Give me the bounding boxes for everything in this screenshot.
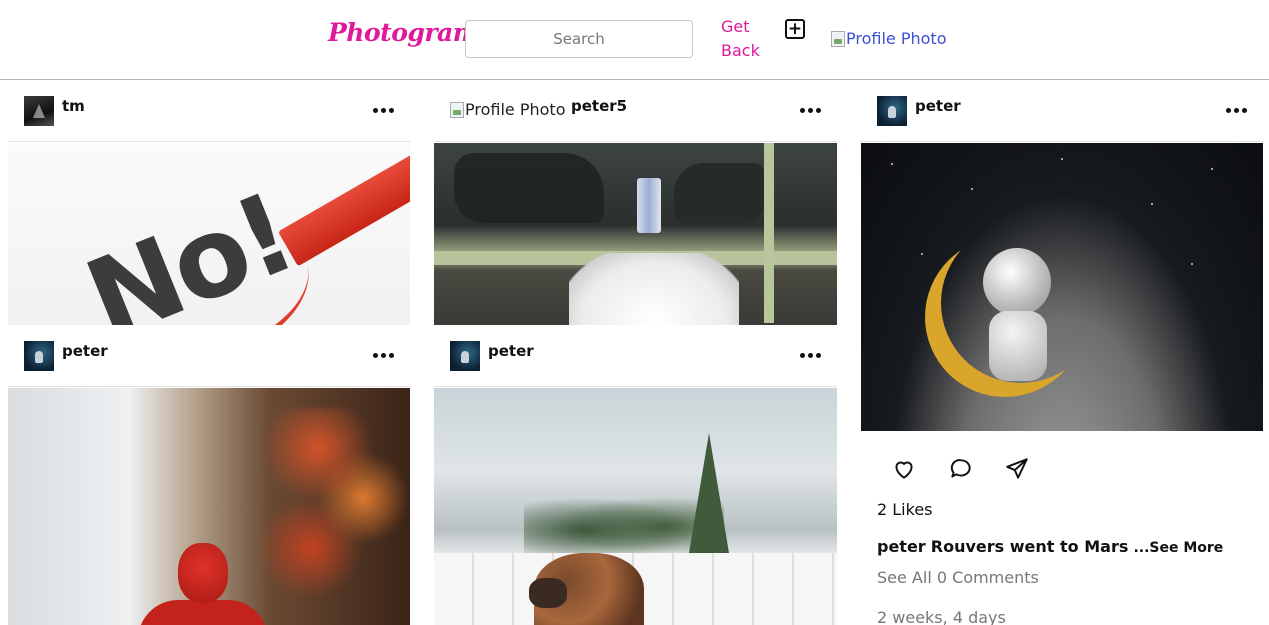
spiderman-body-graphic: [138, 600, 268, 625]
post-card: No! tm: [8, 80, 410, 325]
post-image[interactable]: [434, 388, 837, 625]
post-card: Profile Photo peter5: [434, 80, 837, 325]
user-avatar[interactable]: [450, 341, 480, 371]
post-username[interactable]: peter: [915, 97, 961, 115]
caption-text: Rouvers went to Mars: [930, 537, 1129, 556]
user-avatar[interactable]: [24, 341, 54, 371]
broken-image-icon: [831, 30, 845, 47]
post-header: tm: [8, 80, 410, 142]
astronaut-body-graphic: [989, 311, 1047, 381]
likes-count: 2 Likes: [877, 500, 933, 519]
white-dog-graphic: [569, 253, 739, 325]
search-input[interactable]: [465, 20, 693, 58]
post-username[interactable]: tm: [62, 97, 85, 115]
share-icon[interactable]: [1004, 456, 1030, 482]
profile-photo-link[interactable]: Profile Photo: [831, 29, 946, 48]
app-logo[interactable]: Photogram: [328, 18, 479, 47]
profile-photo-alt-text: Profile Photo: [846, 29, 947, 48]
post-timestamp: 2 weeks, 4 days: [877, 608, 1006, 625]
spiderman-head-graphic: [178, 543, 228, 603]
see-all-comments-link[interactable]: See All 0 Comments: [877, 568, 1039, 587]
post-image[interactable]: [861, 143, 1263, 431]
post-username[interactable]: peter5: [571, 97, 627, 115]
avatar-alt-text: Profile Photo: [465, 100, 566, 119]
post-header: Profile Photo peter5: [434, 80, 837, 142]
post-card: peter: [8, 325, 410, 625]
red-pencil-graphic: [278, 146, 410, 267]
new-post-button[interactable]: +: [785, 19, 805, 39]
post-username[interactable]: peter: [488, 342, 534, 360]
more-options-icon[interactable]: [1226, 108, 1247, 113]
more-options-icon[interactable]: [800, 108, 821, 113]
post-image[interactable]: [8, 388, 410, 625]
post-image[interactable]: [434, 143, 837, 325]
broken-image-icon: [450, 101, 464, 118]
car-parts-graphic: [454, 153, 604, 223]
post-image[interactable]: No!: [8, 143, 410, 325]
post-card: peter 2 Likes peter Rouvers went to Mars…: [861, 80, 1263, 625]
car-parts-graphic: [674, 163, 764, 223]
caption-username[interactable]: peter: [877, 537, 926, 556]
shelf-post-graphic: [764, 143, 774, 323]
post-username[interactable]: peter: [62, 342, 108, 360]
spray-can-graphic: [637, 178, 661, 233]
more-options-icon[interactable]: [373, 108, 394, 113]
comment-icon[interactable]: [948, 456, 974, 482]
post-card: peter: [434, 325, 837, 625]
astronaut-helmet-graphic: [983, 248, 1051, 316]
plus-square-icon: +: [787, 18, 803, 39]
top-navbar: Photogram Get Back + Profile Photo: [0, 0, 1269, 80]
blurred-shelf-graphic: [258, 408, 408, 608]
more-options-icon[interactable]: [373, 353, 394, 358]
more-options-icon[interactable]: [800, 353, 821, 358]
dog-muzzle-graphic: [529, 578, 567, 608]
user-avatar[interactable]: [877, 96, 907, 126]
get-back-link[interactable]: Get Back: [721, 15, 771, 63]
see-more-link[interactable]: ...See More: [1133, 540, 1223, 556]
posts-feed: No! tm Profile Photo peter5 peter 2 Like…: [0, 80, 1269, 625]
post-caption: peter Rouvers went to Mars ...See More: [877, 537, 1223, 556]
heart-icon[interactable]: [891, 456, 917, 482]
post-header: peter: [8, 325, 410, 387]
post-header: peter: [861, 80, 1263, 142]
post-header: peter: [434, 325, 837, 387]
user-avatar[interactable]: Profile Photo: [450, 100, 565, 119]
user-avatar[interactable]: [24, 96, 54, 126]
